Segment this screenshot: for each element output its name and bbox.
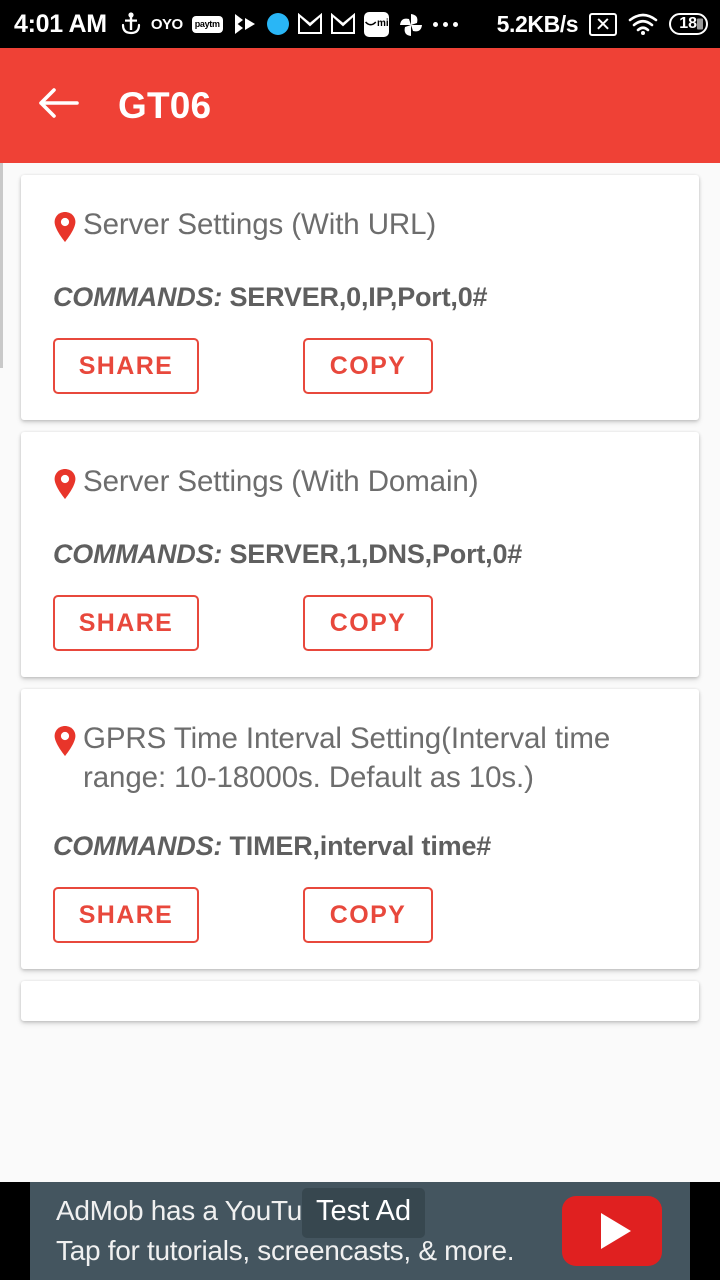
copy-button[interactable]: COPY	[303, 595, 433, 651]
card-title: Server Settings (With URL)	[83, 208, 437, 241]
command-card: Server Settings (With Domain) COMMANDS: …	[21, 432, 699, 677]
share-button[interactable]: SHARE	[53, 338, 199, 394]
youtube-play-button[interactable]	[562, 1196, 662, 1266]
no-sim-icon	[589, 12, 618, 36]
battery-icon: 18	[669, 13, 708, 35]
card-actions: SHARE COPY	[53, 595, 667, 651]
card-actions: SHARE COPY	[53, 338, 667, 394]
copy-button[interactable]: COPY	[303, 338, 433, 394]
status-bar-notification-icons: OYO paytm mi	[120, 11, 460, 37]
app-bar: GT06	[0, 48, 720, 163]
command-card: GPRS Time Interval Setting(Interval time…	[21, 689, 699, 969]
gmail-icon	[297, 12, 322, 35]
command-value: TIMER,interval time#	[229, 831, 492, 861]
test-ad-badge: Test Ad	[302, 1188, 426, 1238]
commands-label: COMMANDS:	[53, 831, 223, 861]
blue-circle-icon	[266, 13, 289, 35]
location-pin-icon	[53, 725, 77, 762]
status-bar-clock: 4:01 AM	[14, 9, 107, 38]
scrollbar[interactable]	[0, 163, 3, 368]
card-title-row: Server Settings (With Domain)	[53, 462, 667, 505]
card-title: Server Settings (With Domain)	[83, 465, 479, 498]
anchor-icon	[120, 11, 142, 37]
back-button[interactable]	[30, 78, 86, 134]
card-title: GPRS Time Interval Setting(Interval time…	[83, 722, 611, 794]
command-card-partial	[21, 981, 699, 1021]
card-actions: SHARE COPY	[53, 887, 667, 943]
pinwheel-icon	[398, 12, 422, 36]
mi-store-icon: mi	[363, 11, 389, 37]
oyo-icon: OYO	[150, 15, 183, 33]
card-command-line: COMMANDS: SERVER,1,DNS,Port,0#	[53, 537, 667, 571]
card-title-row: Server Settings (With URL)	[53, 205, 667, 248]
card-command-line: COMMANDS: SERVER,0,IP,Port,0#	[53, 280, 667, 314]
more-icons-icon	[432, 21, 458, 27]
card-title-row: GPRS Time Interval Setting(Interval time…	[53, 719, 667, 797]
admob-banner[interactable]: AdMob has a YouTube series! Tap for tuto…	[30, 1182, 690, 1280]
youtube-play-icon	[600, 1213, 631, 1249]
copy-button[interactable]: COPY	[303, 887, 433, 943]
battery-level-label: 18	[679, 15, 697, 32]
command-card: Server Settings (With URL) COMMANDS: SER…	[21, 175, 699, 420]
page-title: GT06	[118, 84, 212, 126]
app-screen: 4:01 AM OYO paytm mi 5.2KB/s 18 GT06 Ser…	[0, 0, 720, 1280]
commands-label: COMMANDS:	[53, 539, 223, 569]
network-speed-label: 5.2KB/s	[496, 10, 579, 37]
command-list-scroll-area[interactable]: Server Settings (With URL) COMMANDS: SER…	[0, 163, 720, 1182]
status-bar: 4:01 AM OYO paytm mi 5.2KB/s 18	[0, 0, 720, 48]
share-button[interactable]: SHARE	[53, 887, 199, 943]
arrow-back-icon	[37, 86, 79, 125]
card-command-line: COMMANDS: TIMER,interval time#	[53, 829, 667, 863]
gmail-icon	[330, 12, 355, 35]
command-value: SERVER,1,DNS,Port,0#	[229, 539, 523, 569]
location-pin-icon	[53, 468, 77, 505]
share-button[interactable]: SHARE	[53, 595, 199, 651]
ad-container: AdMob has a YouTube series! Tap for tuto…	[0, 1182, 720, 1280]
command-value: SERVER,0,IP,Port,0#	[229, 282, 488, 312]
status-bar-system-icons: 5.2KB/s 18	[497, 11, 708, 38]
location-pin-icon	[53, 211, 77, 248]
play-share-icon	[232, 11, 258, 37]
commands-label: COMMANDS:	[53, 282, 223, 312]
mi-store-label: mi	[377, 18, 389, 29]
paytm-icon: paytm	[191, 15, 223, 33]
wifi-icon	[628, 12, 658, 36]
